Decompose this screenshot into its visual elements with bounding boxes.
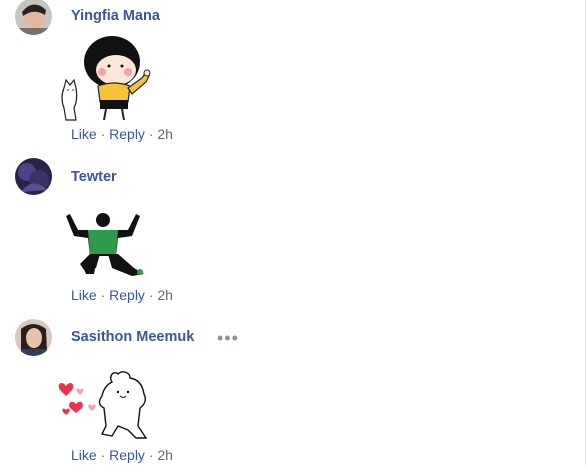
separator: · xyxy=(148,287,154,303)
avatar[interactable] xyxy=(15,0,52,35)
comment-actions: Like · Reply · 2h xyxy=(71,287,173,303)
girl-thumbs-up-with-cat-sticker xyxy=(61,36,151,121)
reply-link[interactable]: Reply xyxy=(109,287,145,303)
avatar[interactable] xyxy=(15,158,52,195)
comment-sticker xyxy=(56,30,156,130)
timestamp[interactable]: 2h xyxy=(157,126,173,142)
bunny-with-hearts-sticker xyxy=(58,371,148,439)
comment-author-name[interactable]: Sasithon Meemuk xyxy=(71,329,194,345)
comment-actions: Like · Reply · 2h xyxy=(71,447,173,463)
comment-sticker xyxy=(56,208,151,285)
comment-author-name[interactable]: Tewter xyxy=(71,169,117,185)
comment-actions: Like · Reply · 2h xyxy=(71,126,173,142)
like-link[interactable]: Like xyxy=(71,126,97,142)
like-link[interactable]: Like xyxy=(71,447,97,463)
separator: · xyxy=(148,126,154,142)
comment-sticker xyxy=(56,368,156,445)
timestamp[interactable]: 2h xyxy=(157,287,173,303)
separator: · xyxy=(100,287,106,303)
separator: · xyxy=(100,447,106,463)
separator: · xyxy=(148,447,154,463)
comment-author-name[interactable]: Yingfia Mana xyxy=(71,8,160,24)
separator: · xyxy=(100,126,106,142)
reply-link[interactable]: Reply xyxy=(109,126,145,142)
more-options-icon[interactable]: ••• xyxy=(217,329,239,347)
timestamp[interactable]: 2h xyxy=(157,447,173,463)
avatar[interactable] xyxy=(15,319,52,356)
soccer-player-celebrating-sticker xyxy=(66,213,144,276)
like-link[interactable]: Like xyxy=(71,287,97,303)
reply-link[interactable]: Reply xyxy=(109,447,145,463)
